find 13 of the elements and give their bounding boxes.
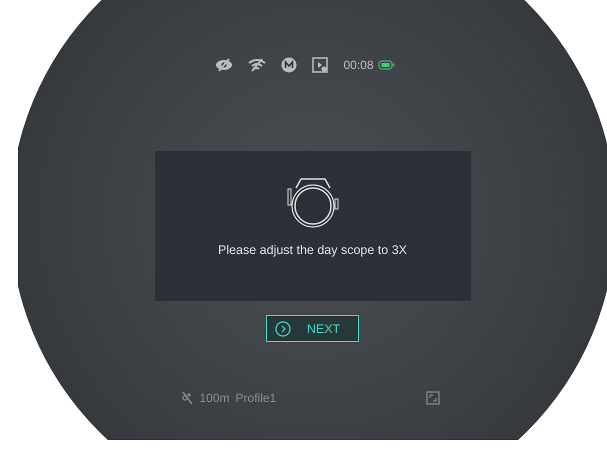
distance-label: 100m <box>200 391 230 405</box>
profile-label: Profile1 <box>236 391 276 405</box>
video-record-icon <box>312 57 328 73</box>
zoom-frame-icon <box>426 391 440 405</box>
next-button[interactable]: NEXT <box>266 315 360 342</box>
wifi-off-icon <box>248 58 266 72</box>
eye-off-icon <box>215 58 234 72</box>
mode-icon <box>281 57 298 73</box>
instruction-text: Please adjust the day scope to 3X <box>218 243 407 257</box>
chevron-circle-icon <box>274 320 291 336</box>
battery-icon <box>378 60 395 70</box>
rangefinder-icon <box>180 390 194 406</box>
recording-time: 00:08 <box>343 58 374 72</box>
